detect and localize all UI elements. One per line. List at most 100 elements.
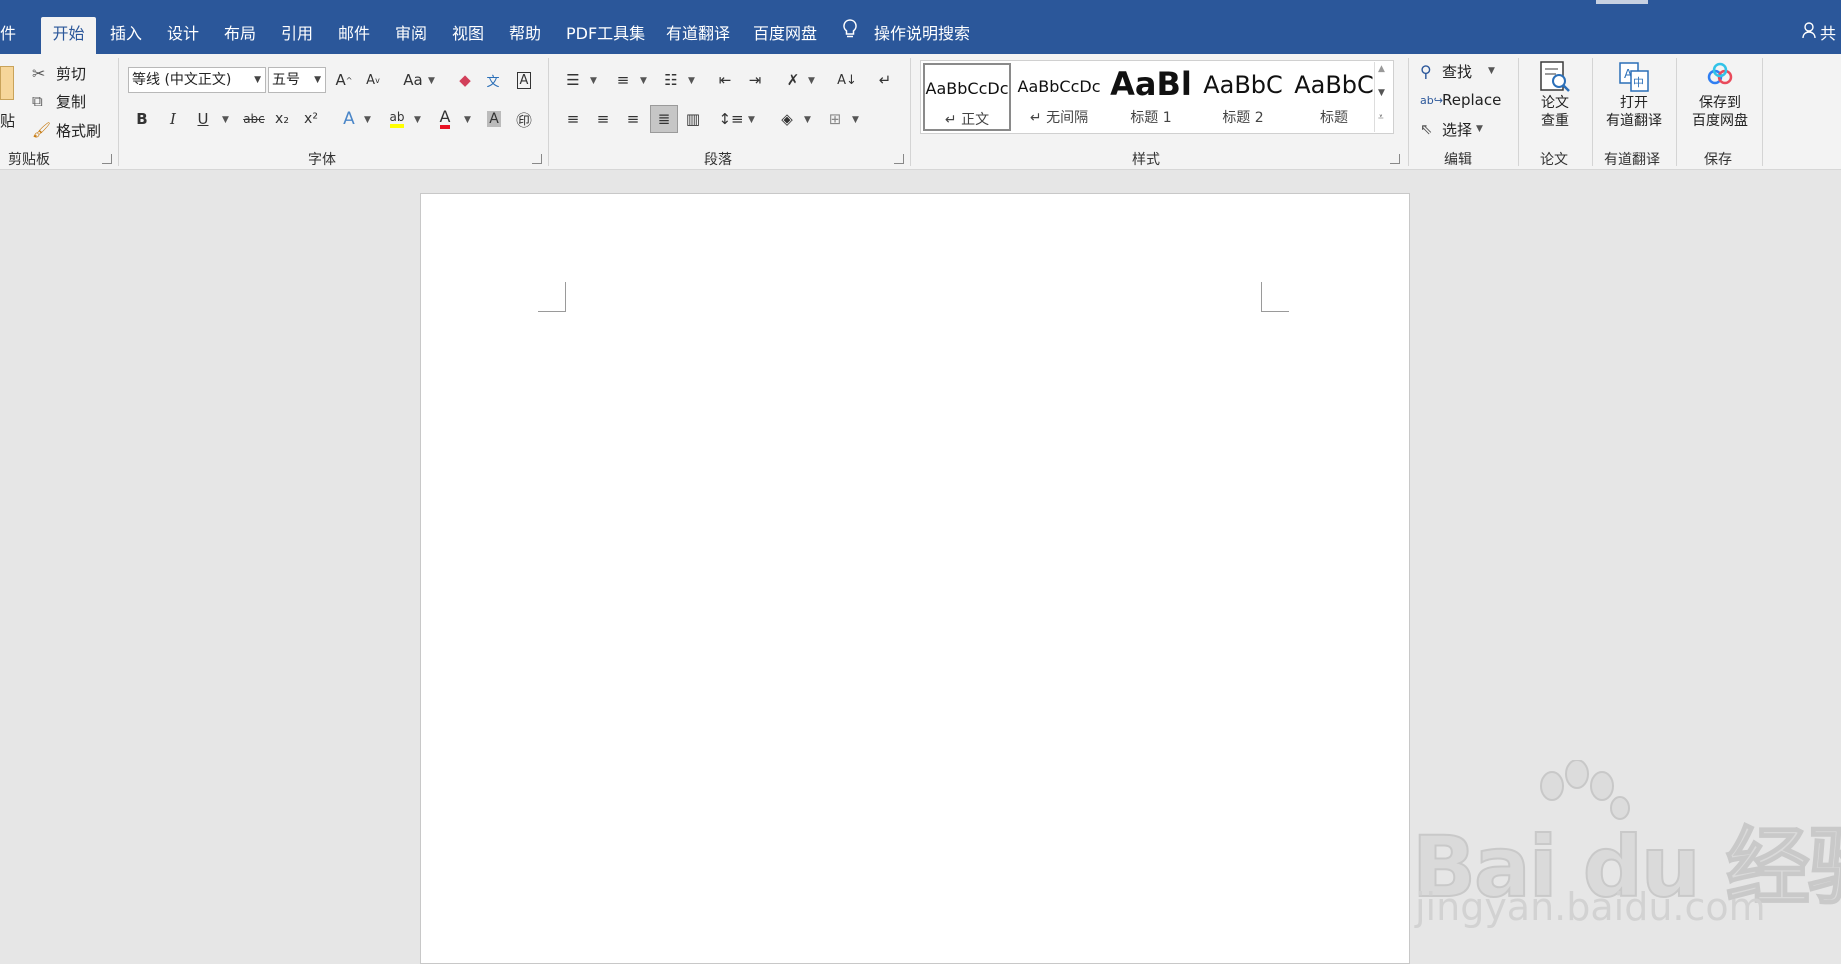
style-sample: AaBbC xyxy=(1203,71,1283,99)
style-heading-1[interactable]: AaBl 标题 1 xyxy=(1107,63,1195,131)
format-painter-button[interactable]: 🖌 格式刷 xyxy=(32,119,101,141)
group-separator xyxy=(1408,58,1409,166)
style-heading-2[interactable]: AaBbC 标题 2 xyxy=(1199,63,1287,131)
group-separator xyxy=(548,58,549,166)
style-sample: AaBl xyxy=(1110,65,1192,103)
open-youdao-label-1: 打开 xyxy=(1620,95,1648,111)
group-label-paragraph: 段落 xyxy=(704,152,732,168)
more-styles-icon[interactable]: ⩡ xyxy=(1378,112,1384,123)
replace-button[interactable]: ab↪ Replace xyxy=(1420,89,1501,111)
tab-view[interactable]: 视图 xyxy=(452,17,484,54)
document-page[interactable] xyxy=(420,193,1410,964)
tab-layout[interactable]: 布局 xyxy=(224,17,256,54)
group-label-paper: 论文 xyxy=(1540,152,1568,168)
show-formatting-marks-icon[interactable]: ↵ xyxy=(874,69,896,91)
multilevel-list-icon[interactable]: ☷ xyxy=(660,69,682,91)
align-left-icon[interactable]: ≡ xyxy=(562,108,584,130)
copy-button[interactable]: ⧉ 复制 xyxy=(32,90,86,112)
numbering-icon[interactable]: ≡ xyxy=(612,69,634,91)
select-button[interactable]: ⇖ 选择 ▼ xyxy=(1420,118,1483,140)
font-dialog-launcher[interactable] xyxy=(532,154,542,164)
tab-mailings[interactable]: 邮件 xyxy=(338,17,370,54)
phonetic-guide-icon[interactable]: 文 xyxy=(482,69,504,91)
share-label: 共 xyxy=(1820,24,1837,43)
person-icon xyxy=(1802,17,1820,51)
tab-pdf-tools[interactable]: PDF工具集 xyxy=(566,17,645,54)
style-no-spacing[interactable]: AaBbCcDc ↵ 无间隔 xyxy=(1015,63,1103,131)
underline-button[interactable]: U xyxy=(192,108,214,130)
style-sample: AaBbCcDc xyxy=(925,79,1009,98)
shading-bucket-icon[interactable]: ◈ xyxy=(776,108,798,130)
clear-formatting-icon[interactable]: ◆ xyxy=(454,69,476,91)
lightbulb-icon xyxy=(842,17,862,51)
strikethrough-button[interactable]: abc xyxy=(240,108,268,130)
change-case-button[interactable]: Aa xyxy=(398,69,428,91)
group-label-youdao: 有道翻译 xyxy=(1604,152,1660,168)
align-right-icon[interactable]: ≡ xyxy=(622,108,644,130)
chevron-down-icon: ▼ xyxy=(254,75,261,85)
replace-label: Replace xyxy=(1442,91,1502,109)
tab-youdao-translate[interactable]: 有道翻译 xyxy=(666,17,730,54)
chevron-up-icon[interactable]: ▲ xyxy=(1378,64,1385,74)
group-separator xyxy=(1518,58,1519,166)
bullets-icon[interactable]: ☰ xyxy=(562,69,584,91)
font-name-combo[interactable]: 等线 (中文正文) ▼ xyxy=(128,67,266,93)
font-color-button[interactable]: A xyxy=(434,108,456,130)
paragraph-dialog-launcher[interactable] xyxy=(894,154,904,164)
paper-check-label-1: 论文 xyxy=(1541,95,1569,111)
chevron-down-icon: ▼ xyxy=(364,115,371,125)
copy-icon: ⧉ xyxy=(32,92,43,110)
style-name: 标题 xyxy=(1320,110,1348,126)
group-label-styles: 样式 xyxy=(1132,152,1160,168)
save-to-baidu-button[interactable]: 保存到 百度网盘 xyxy=(1684,60,1756,144)
find-button[interactable]: ⚲ 查找 ▼ xyxy=(1420,60,1495,82)
increase-indent-icon[interactable]: ⇥ xyxy=(744,69,766,91)
paste-button[interactable]: 贴 xyxy=(0,64,18,144)
group-label-editing: 编辑 xyxy=(1444,152,1472,168)
open-youdao-button[interactable]: A中 打开 有道翻译 xyxy=(1598,60,1670,144)
style-title[interactable]: AaBbC 标题 xyxy=(1291,63,1377,131)
text-direction-icon[interactable]: ✗ xyxy=(782,69,804,91)
chevron-down-icon[interactable]: ▼ xyxy=(1378,88,1385,98)
highlight-color-button[interactable]: ab xyxy=(386,108,408,130)
italic-button[interactable]: I xyxy=(162,108,184,130)
enclose-characters-icon[interactable]: ㊞ xyxy=(513,108,535,130)
tab-help[interactable]: 帮助 xyxy=(509,17,541,54)
line-spacing-icon[interactable]: ↕≡ xyxy=(718,108,743,130)
align-center-icon[interactable]: ≡ xyxy=(592,108,614,130)
tab-review[interactable]: 审阅 xyxy=(395,17,427,54)
styles-dialog-launcher[interactable] xyxy=(1390,154,1400,164)
paper-check-button[interactable]: 论文 查重 xyxy=(1530,60,1580,144)
justify-icon[interactable]: ≣ xyxy=(650,105,678,133)
text-effects-icon[interactable]: A xyxy=(338,108,360,130)
chevron-down-icon: ▼ xyxy=(590,76,597,86)
ribbon-home: 贴 ✂ 剪切 ⧉ 复制 🖌 格式刷 剪贴板 等线 (中文正文) ▼ 五号 ▼ A ^ … xyxy=(0,54,1841,170)
borders-icon[interactable]: ⊞ xyxy=(824,108,846,130)
styles-gallery-scroll[interactable]: ▲ ▼ ⩡ xyxy=(1374,62,1392,132)
character-shading-icon[interactable]: A xyxy=(483,108,505,130)
tab-design[interactable]: 设计 xyxy=(167,17,199,54)
sort-icon[interactable]: A↓ xyxy=(836,69,858,91)
tab-home[interactable]: 开始 xyxy=(41,17,96,54)
shrink-font-icon[interactable]: Av xyxy=(362,69,384,91)
grow-font-icon[interactable]: A ^ xyxy=(333,69,355,91)
tell-me-search[interactable]: 操作说明搜索 xyxy=(842,17,970,51)
bold-button[interactable]: B xyxy=(131,108,153,130)
character-border-icon[interactable]: A xyxy=(513,69,535,91)
tab-file[interactable]: 件 xyxy=(0,17,16,54)
superscript-button[interactable]: x² xyxy=(300,108,322,130)
share-button[interactable]: 共 xyxy=(1802,17,1836,51)
tab-insert[interactable]: 插入 xyxy=(110,17,142,54)
distributed-icon[interactable]: ▥ xyxy=(682,108,704,130)
chevron-down-icon: ▼ xyxy=(222,115,229,125)
subscript-button[interactable]: x₂ xyxy=(271,108,293,130)
tab-references[interactable]: 引用 xyxy=(281,17,313,54)
font-size-combo[interactable]: 五号 ▼ xyxy=(268,67,326,93)
tab-baidu-netdisk[interactable]: 百度网盘 xyxy=(753,17,817,54)
decrease-indent-icon[interactable]: ⇤ xyxy=(714,69,736,91)
subscript-label: x₂ xyxy=(275,111,289,127)
clipboard-dialog-launcher[interactable] xyxy=(102,154,112,164)
cut-button[interactable]: ✂ 剪切 xyxy=(32,62,86,84)
group-label-font: 字体 xyxy=(308,152,336,168)
style-normal[interactable]: AaBbCcDc ↵ 正文 xyxy=(923,63,1011,131)
